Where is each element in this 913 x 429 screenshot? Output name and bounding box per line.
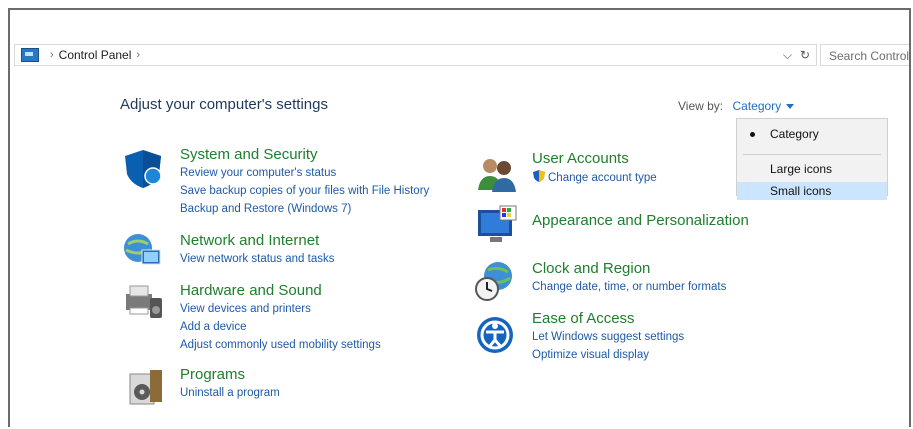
link-network-status[interactable]: View network status and tasks (180, 251, 334, 267)
view-by: View by: Category (678, 99, 795, 113)
menu-option-small-icons[interactable]: Small icons (737, 182, 887, 200)
view-by-selected[interactable]: Category (732, 99, 781, 113)
appearance-monitor-icon (478, 205, 517, 242)
link-file-history[interactable]: Save backup copies of your files with Fi… (180, 183, 429, 199)
link-backup-restore[interactable]: Backup and Restore (Windows 7) (180, 201, 429, 217)
address-dropdown-icon[interactable]: ⌵ (783, 48, 792, 63)
breadcrumb-separator-icon[interactable]: › (50, 49, 54, 61)
link-uninstall-program[interactable]: Uninstall a program (180, 385, 280, 401)
category-appearance: Appearance and Personalization (532, 212, 749, 229)
clock-region-title[interactable]: Clock and Region (532, 260, 726, 277)
dropdown-arrow-icon[interactable] (786, 104, 795, 110)
link-date-time-formats[interactable]: Change date, time, or number formats (532, 279, 726, 295)
control-panel-icon (21, 48, 39, 62)
breadcrumb-control-panel[interactable]: Control Panel (59, 48, 132, 62)
link-optimize-visual[interactable]: Optimize visual display (532, 347, 684, 363)
link-change-account-type[interactable]: Change account type (532, 169, 657, 186)
category-programs: Programs Uninstall a program (180, 366, 280, 401)
system-security-title[interactable]: System and Security (180, 146, 429, 163)
page-title: Adjust your computer's settings (120, 96, 328, 113)
breadcrumb-chevron-icon[interactable]: › (136, 49, 140, 61)
search-input[interactable]: Search Control Panel (820, 44, 909, 66)
programs-icon (129, 370, 162, 405)
category-user-accounts: User Accounts Change account type (532, 150, 657, 186)
control-panel-window: › Control Panel › ⌵ ↻ Search Control Pan… (8, 8, 911, 427)
category-hardware: Hardware and Sound View devices and prin… (180, 282, 381, 353)
uac-shield-icon (533, 170, 545, 182)
network-title[interactable]: Network and Internet (180, 232, 334, 249)
link-review-status[interactable]: Review your computer's status (180, 165, 429, 181)
menu-option-category[interactable]: Category (737, 124, 887, 144)
link-devices-printers[interactable]: View devices and printers (180, 301, 381, 317)
link-add-device[interactable]: Add a device (180, 319, 381, 335)
hardware-title[interactable]: Hardware and Sound (180, 282, 381, 299)
printer-icon (126, 285, 162, 318)
ease-of-access-title[interactable]: Ease of Access (532, 310, 684, 327)
network-globe-icon (124, 234, 161, 265)
address-bar[interactable]: › Control Panel › ⌵ ↻ (14, 44, 817, 66)
view-by-menu: Category Large icons Small icons (736, 118, 888, 200)
menu-separator (743, 154, 881, 155)
link-suggest-settings[interactable]: Let Windows suggest settings (532, 329, 684, 345)
change-account-type-label[interactable]: Change account type (548, 172, 657, 184)
link-mobility-settings[interactable]: Adjust commonly used mobility settings (180, 337, 381, 353)
view-by-select[interactable]: Category (732, 99, 795, 113)
user-accounts-title[interactable]: User Accounts (532, 150, 657, 167)
refresh-icon[interactable]: ↻ (800, 48, 810, 62)
category-ease-of-access: Ease of Access Let Windows suggest setti… (532, 310, 684, 363)
programs-title[interactable]: Programs (180, 366, 280, 383)
category-clock-region: Clock and Region Change date, time, or n… (532, 260, 726, 295)
appearance-title[interactable]: Appearance and Personalization (532, 212, 749, 229)
category-network: Network and Internet View network status… (180, 232, 334, 267)
menu-option-large-icons[interactable]: Large icons (737, 159, 887, 179)
category-system-security: System and Security Review your computer… (180, 146, 429, 217)
shield-icon (125, 150, 162, 188)
users-icon (478, 159, 516, 192)
view-by-label: View by: (678, 99, 724, 113)
ease-of-access-icon (477, 317, 513, 353)
clock-globe-icon (475, 262, 512, 301)
